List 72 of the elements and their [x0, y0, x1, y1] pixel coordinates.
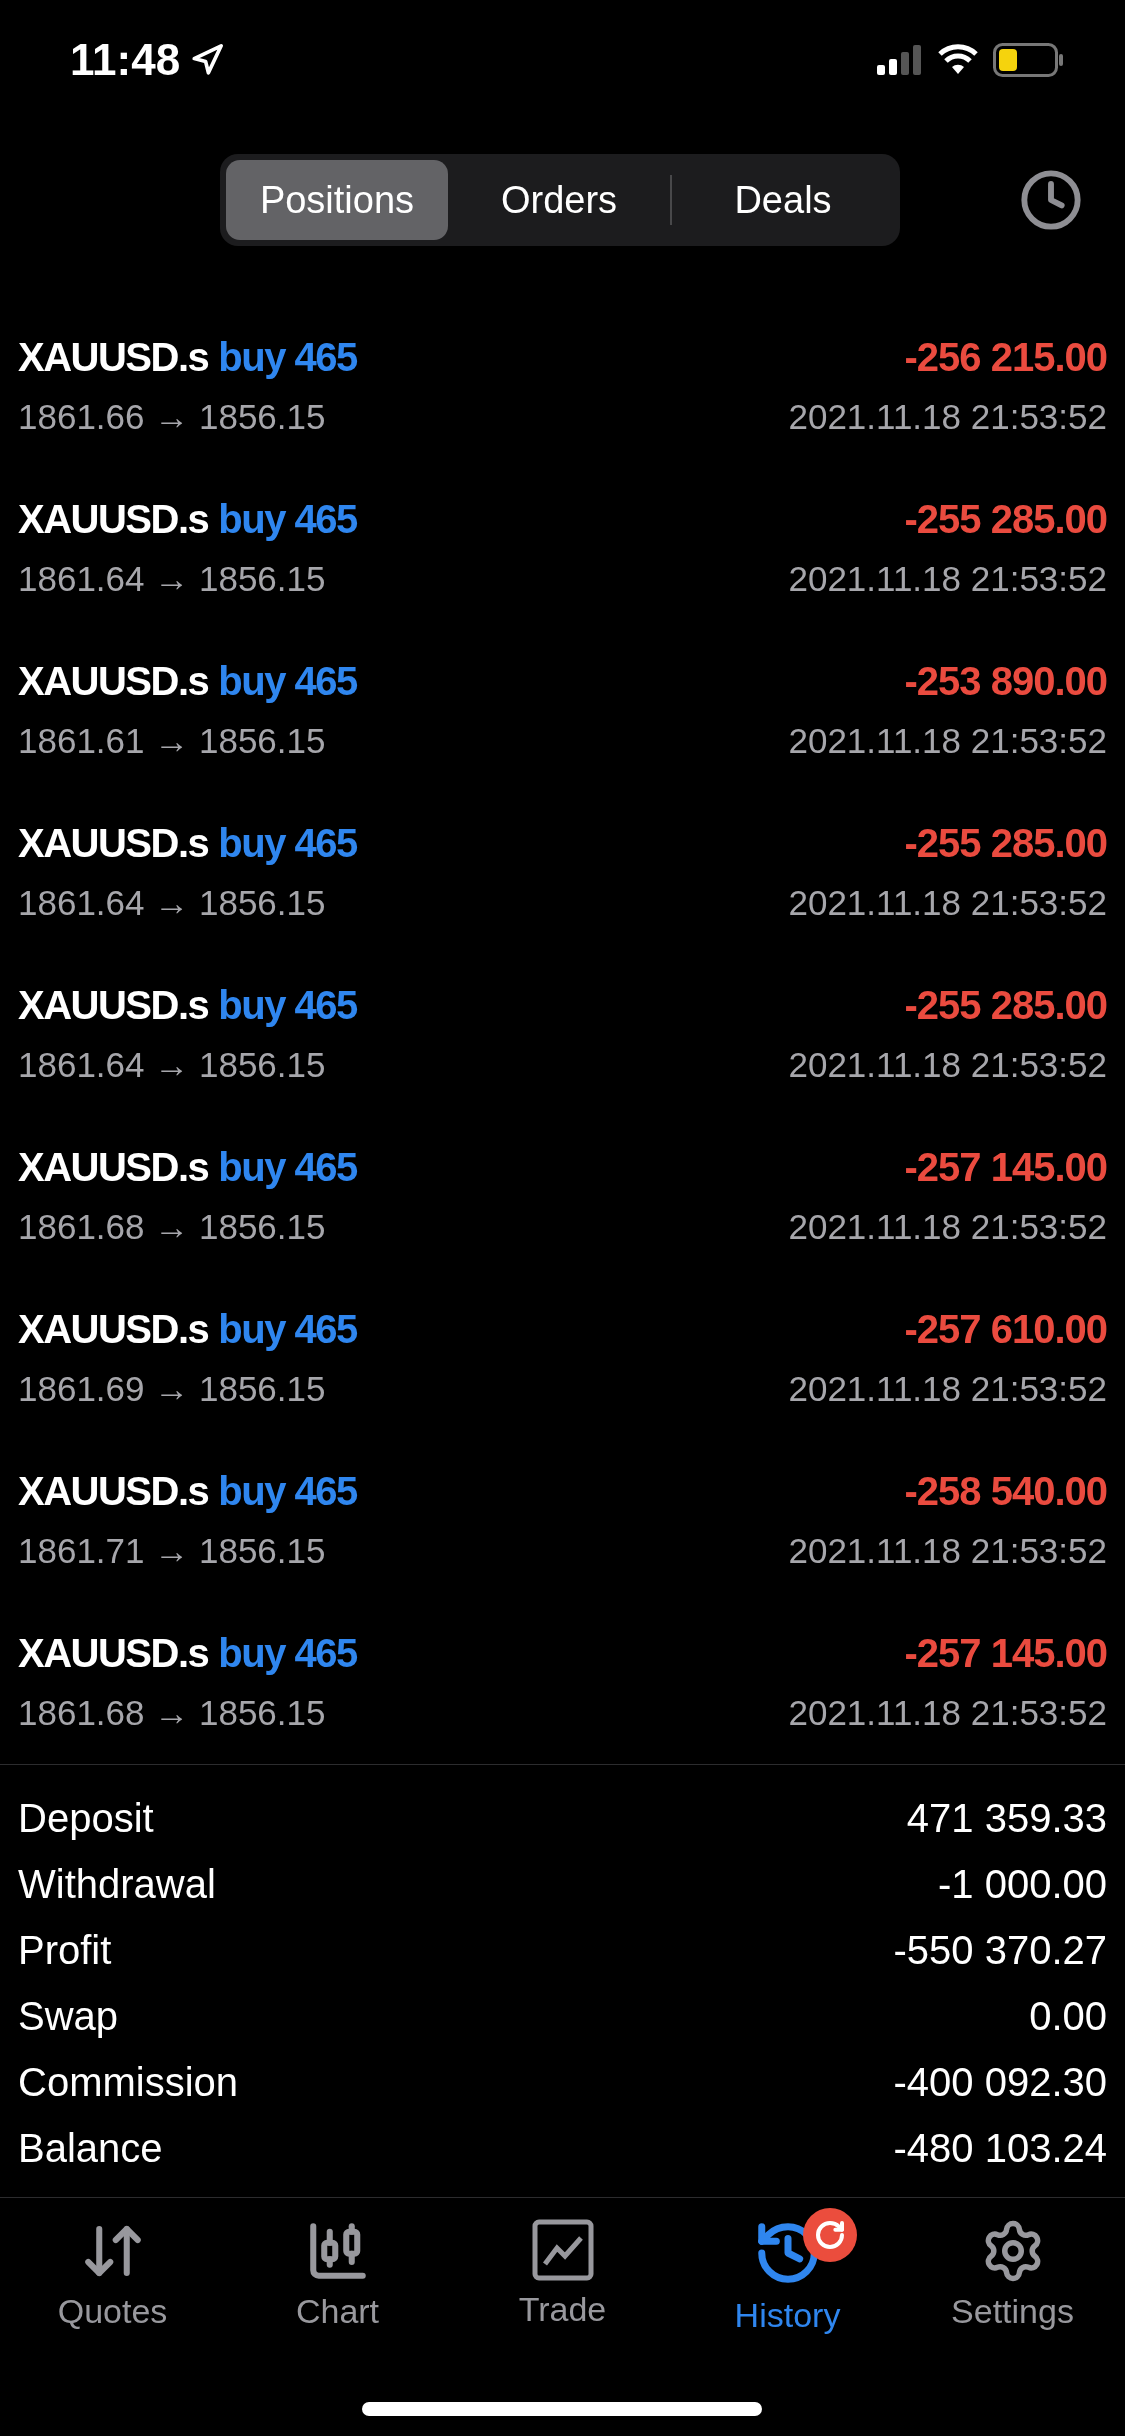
summary-label: Balance — [18, 2125, 163, 2171]
tab-bar-item[interactable]: Settings — [900, 2218, 1125, 2343]
line-chart-icon — [530, 2218, 595, 2282]
summary-label: Commission — [18, 2059, 239, 2105]
symbol-label: XAUUSD.s — [18, 1630, 209, 1676]
status-time: 11:48 — [70, 35, 181, 85]
symbol-label: XAUUSD.s — [18, 658, 209, 704]
price-range: 1861.66 → 1856.15 — [18, 397, 327, 437]
order-label: buy 465 — [218, 1468, 357, 1514]
segment-tab[interactable]: Orders — [448, 160, 670, 240]
order-label: buy 465 — [218, 1630, 357, 1676]
summary-value: 471 359.33 — [906, 1795, 1107, 1841]
profit-value: -257 610.00 — [904, 1306, 1107, 1352]
clock-icon[interactable] — [1019, 168, 1083, 232]
symbol-label: XAUUSD.s — [18, 820, 209, 866]
profit-value: -255 285.00 — [904, 496, 1107, 542]
deal-time: 2021.11.18 21:53:52 — [788, 1045, 1107, 1085]
tab-bar-item[interactable]: History — [675, 2218, 900, 2343]
deal-time: 2021.11.18 21:53:52 — [788, 1369, 1107, 1409]
deal-time: 2021.11.18 21:53:52 — [788, 1693, 1107, 1733]
signal-icon — [877, 45, 923, 75]
price-range: 1861.69 → 1856.15 — [18, 1369, 327, 1409]
order-label: buy 465 — [218, 1144, 357, 1190]
battery-icon — [993, 43, 1065, 77]
deal-time: 2021.11.18 21:53:52 — [788, 559, 1107, 599]
order-label: buy 465 — [218, 658, 357, 704]
summary-value: -400 092.30 — [893, 2059, 1107, 2105]
symbol-label: XAUUSD.s — [18, 334, 209, 380]
summary-label: Swap — [18, 1993, 119, 2039]
profit-value: -257 145.00 — [904, 1630, 1107, 1676]
profit-value: -256 215.00 — [904, 334, 1107, 380]
price-range: 1861.61 → 1856.15 — [18, 721, 327, 761]
price-range: 1861.64 → 1856.15 — [18, 1045, 327, 1085]
deal-time: 2021.11.18 21:53:52 — [788, 721, 1107, 761]
profit-value: -253 890.00 — [904, 658, 1107, 704]
segment-tab[interactable]: Positions — [226, 160, 448, 240]
summary-label: Deposit — [18, 1795, 154, 1841]
summary-value: -550 370.27 — [893, 1927, 1107, 1973]
summary-label: Withdrawal — [18, 1861, 216, 1907]
symbol-label: XAUUSD.s — [18, 496, 209, 542]
tab-bar-item[interactable]: Quotes — [0, 2218, 225, 2343]
deal-time: 2021.11.18 21:53:52 — [788, 1207, 1107, 1247]
symbol-label: XAUUSD.s — [18, 1144, 209, 1190]
price-range: 1861.64 → 1856.15 — [18, 883, 327, 923]
symbol-label: XAUUSD.s — [18, 982, 209, 1028]
price-range: 1861.64 → 1856.15 — [18, 559, 327, 599]
order-label: buy 465 — [218, 334, 357, 380]
summary-value: 0.00 — [1029, 1993, 1107, 2039]
deal-time: 2021.11.18 21:53:52 — [788, 883, 1107, 923]
profit-value: -258 540.00 — [904, 1468, 1107, 1514]
tab-bar-item[interactable]: Chart — [225, 2218, 450, 2343]
order-label: buy 465 — [218, 1306, 357, 1352]
profit-value: -257 145.00 — [904, 1144, 1107, 1190]
deal-time: 2021.11.18 21:53:52 — [788, 1531, 1107, 1571]
segment-tab[interactable]: Deals — [672, 160, 894, 240]
order-label: buy 465 — [218, 982, 357, 1028]
order-label: buy 465 — [218, 820, 357, 866]
deal-time: 2021.11.18 21:53:52 — [788, 397, 1107, 437]
price-range: 1861.71 → 1856.15 — [18, 1531, 327, 1571]
price-range: 1861.68 → 1856.15 — [18, 1207, 327, 1247]
summary-value: -480 103.24 — [893, 2125, 1107, 2171]
summary-label: Profit — [18, 1927, 112, 1973]
summary-value: -1 000.00 — [937, 1861, 1107, 1907]
profit-value: -255 285.00 — [904, 820, 1107, 866]
tab-bar-item[interactable]: Trade — [450, 2218, 675, 2343]
location-icon — [190, 43, 225, 77]
symbol-label: XAUUSD.s — [18, 1468, 209, 1514]
symbol-label: XAUUSD.s — [18, 1306, 209, 1352]
price-range: 1861.68 → 1856.15 — [18, 1693, 327, 1733]
profit-value: -255 285.00 — [904, 982, 1107, 1028]
wifi-icon — [937, 44, 979, 76]
order-label: buy 465 — [218, 496, 357, 542]
